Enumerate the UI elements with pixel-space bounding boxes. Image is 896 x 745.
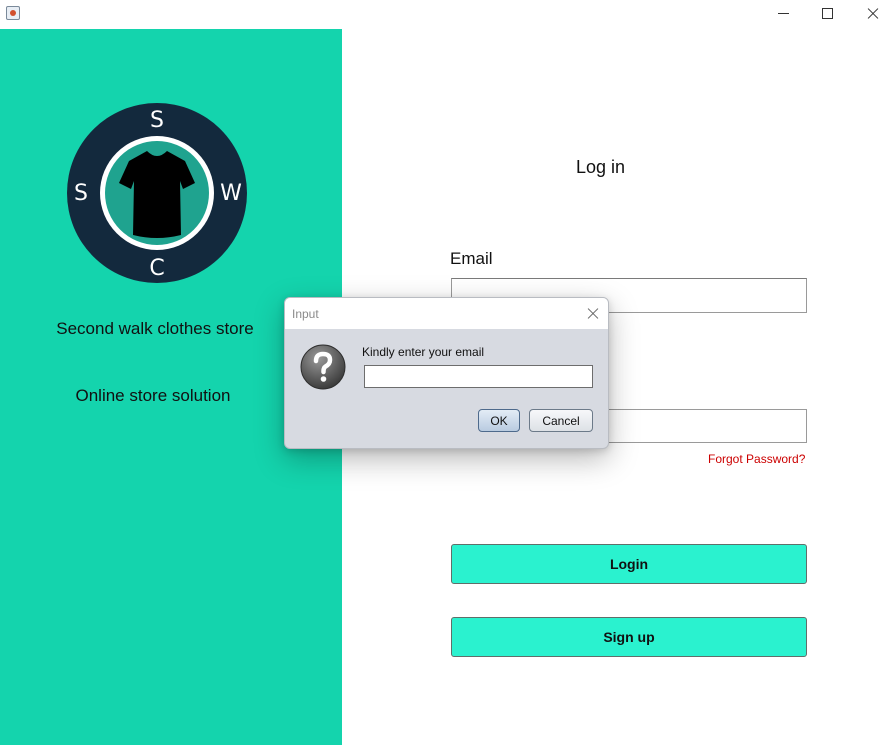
ok-button[interactable]: OK bbox=[478, 409, 520, 432]
logo-letter-bottom: C bbox=[149, 256, 164, 281]
dialog-message: Kindly enter your email bbox=[362, 345, 485, 359]
close-button[interactable] bbox=[858, 4, 888, 24]
email-label: Email bbox=[450, 249, 493, 268]
window-titlebar bbox=[0, 0, 896, 29]
dialog-title: Input bbox=[292, 307, 319, 321]
java-app-icon bbox=[6, 6, 20, 20]
question-icon bbox=[300, 344, 346, 390]
dialog-titlebar: Input bbox=[285, 298, 608, 329]
dialog-email-input[interactable] bbox=[364, 365, 593, 388]
signup-button[interactable]: Sign up bbox=[451, 617, 807, 657]
dialog-close-icon[interactable] bbox=[586, 306, 600, 320]
login-title: Log in bbox=[576, 157, 626, 177]
store-name: Second walk clothes store bbox=[56, 319, 254, 338]
logo-letter-top: S bbox=[150, 108, 164, 133]
cancel-button[interactable]: Cancel bbox=[529, 409, 593, 432]
login-button[interactable]: Login bbox=[451, 544, 807, 584]
logo-letter-right: W bbox=[220, 181, 242, 206]
minimize-button[interactable] bbox=[768, 4, 798, 24]
store-tagline: Online store solution bbox=[75, 386, 231, 405]
maximize-button[interactable] bbox=[812, 4, 842, 24]
input-dialog: Input Kindly enter your email OK Cancel bbox=[284, 297, 609, 449]
logo-letter-left: S bbox=[74, 181, 88, 206]
store-logo: S S W C bbox=[67, 103, 247, 283]
forgot-password-link[interactable]: Forgot Password? bbox=[708, 452, 805, 466]
